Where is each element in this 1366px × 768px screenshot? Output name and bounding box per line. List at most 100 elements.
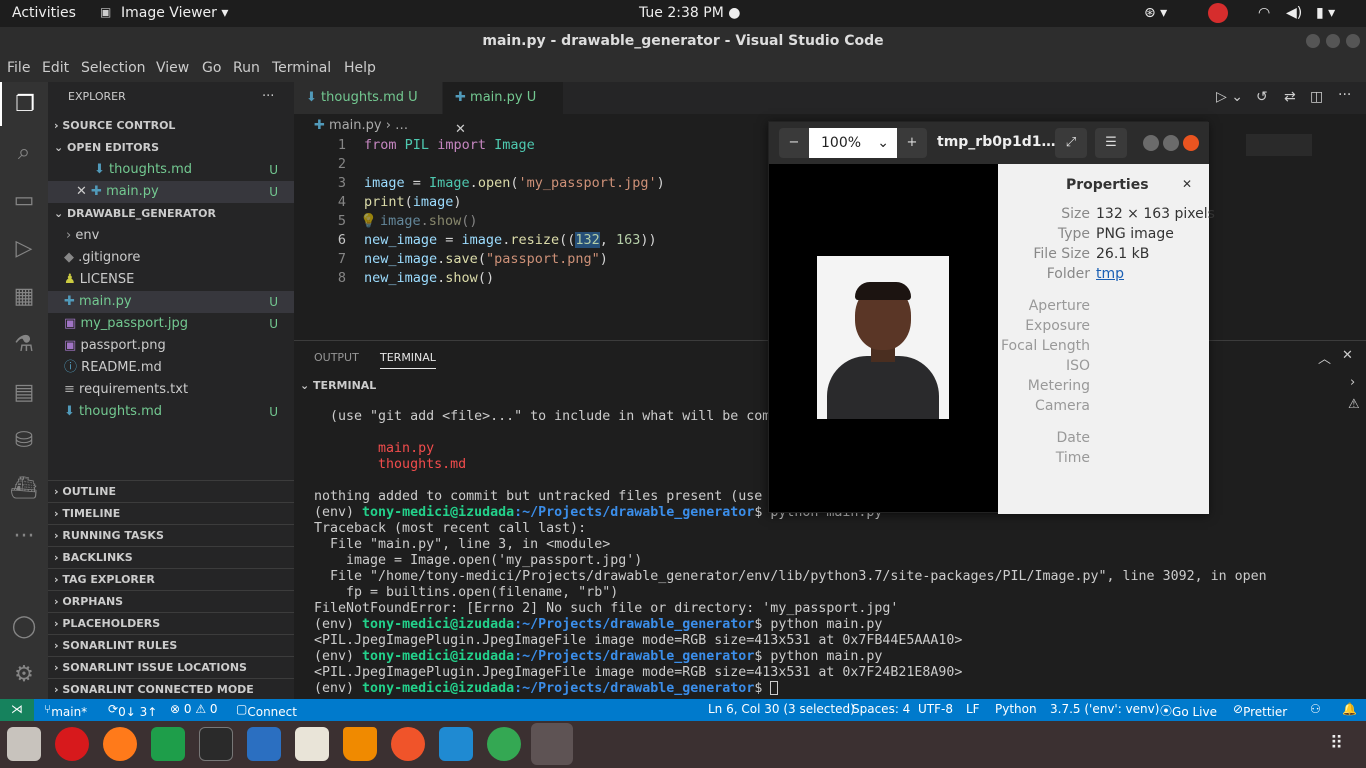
section-source-control[interactable]: › SOURCE CONTROL [48, 115, 294, 137]
close-panel-icon[interactable]: ✕ [1342, 348, 1353, 363]
line-ending[interactable]: LF [966, 702, 980, 716]
viewer-close-button[interactable] [1183, 135, 1199, 151]
menu-view[interactable]: View [156, 60, 189, 76]
sonarlint-icon[interactable]: ▤ [0, 370, 48, 414]
minimize-button[interactable] [1306, 34, 1320, 48]
section-outline[interactable]: › OUTLINE [48, 480, 294, 502]
folder-link[interactable]: tmp [1096, 266, 1124, 282]
run-icon[interactable]: ▷ ⌄ [1216, 89, 1243, 105]
tab-main-py[interactable]: ✚ main.py U ✕ [443, 82, 563, 137]
notifications-icon[interactable]: 🔔 [1342, 702, 1357, 716]
close-icon[interactable]: ✕ [76, 184, 87, 199]
chevron-right-icon[interactable]: › [1350, 375, 1355, 390]
feedback-icon[interactable]: ⚇ [1310, 702, 1321, 716]
app-menu[interactable]: Image Viewer ▾ [121, 5, 228, 21]
zoom-in-button[interactable]: + [897, 128, 927, 158]
testing-icon[interactable]: ⚗ [0, 322, 48, 366]
warning-icon[interactable]: ⚠ [1348, 397, 1360, 412]
accessibility-icon[interactable]: ⊛ ▾ [1144, 5, 1167, 21]
problems-indicator[interactable]: ⊗ 0 ⚠ 0 [170, 702, 218, 716]
section-sonarlint-issues[interactable]: › SONARLINT ISSUE LOCATIONS [48, 656, 294, 678]
menu-help[interactable]: Help [344, 60, 376, 76]
chrome-icon[interactable] [487, 727, 521, 761]
search-icon[interactable]: ⌕ [0, 130, 48, 174]
menu-file[interactable]: File [7, 60, 30, 76]
maximize-panel-icon[interactable]: ︿ [1318, 348, 1331, 367]
section-sonarlint-rules[interactable]: › SONARLINT RULES [48, 634, 294, 656]
docker-icon[interactable]: ⛴ [0, 466, 48, 510]
section-open-editors[interactable]: ⌄ OPEN EDITORS [48, 137, 294, 159]
lightbulb-icon[interactable]: 💡 [360, 213, 377, 229]
language-mode[interactable]: Python [995, 702, 1037, 716]
postman-icon[interactable] [391, 727, 425, 761]
close-icon[interactable]: ✕ [455, 122, 466, 137]
branch-indicator[interactable]: ⑂ main* [44, 702, 87, 719]
section-project[interactable]: ⌄ DRAWABLE_GENERATOR [48, 203, 294, 225]
tab-terminal[interactable]: TERMINAL [380, 351, 436, 369]
run-debug-icon[interactable]: ▷ [0, 226, 48, 270]
tree-item-my-passport[interactable]: ▣ my_passport.jpg U [48, 313, 294, 335]
split-editor-icon[interactable]: ◫ [1310, 89, 1323, 105]
connect-button[interactable]: ▢ Connect [236, 702, 297, 719]
image-viewer-dock-icon[interactable] [531, 723, 573, 765]
viewer-maximize-button[interactable] [1163, 135, 1179, 151]
activities-button[interactable]: Activities [12, 5, 76, 21]
battery-icon[interactable]: ▮ ▾ [1316, 5, 1335, 21]
tree-item-gitignore[interactable]: ◆ .gitignore [48, 247, 294, 269]
tab-thoughts[interactable]: ⬇ thoughts.md U [294, 82, 442, 114]
viewer-minimize-button[interactable] [1143, 135, 1159, 151]
remote-explorer-icon[interactable]: ▭ [0, 178, 48, 222]
files-app-icon[interactable] [7, 727, 41, 761]
menu-selection[interactable]: Selection [81, 60, 146, 76]
more-icon[interactable]: ··· [0, 514, 48, 558]
libreoffice-calc-icon[interactable] [151, 727, 185, 761]
tree-item-env[interactable]: › env [48, 225, 294, 247]
python-interpreter[interactable]: 3.7.5 ('env': venv) [1050, 702, 1159, 716]
remote-indicator-icon[interactable]: ⋊ [0, 699, 34, 721]
section-tag-explorer[interactable]: › TAG EXPLORER [48, 568, 294, 590]
close-button[interactable] [1346, 34, 1360, 48]
minimap[interactable] [1246, 134, 1312, 156]
section-placeholders[interactable]: › PLACEHOLDERS [48, 612, 294, 634]
tree-item-thoughts[interactable]: ⬇ thoughts.md U [48, 401, 294, 423]
close-properties-icon[interactable]: ✕ [1182, 177, 1192, 191]
show-applications-icon[interactable]: ⠿ [1330, 733, 1343, 754]
cursor-position[interactable]: Ln 6, Col 30 (3 selected) [708, 702, 855, 716]
clock[interactable]: Tue 2:38 PM ● [639, 5, 740, 21]
libreoffice-writer-icon[interactable] [247, 727, 281, 761]
wifi-icon[interactable]: ◠ [1258, 5, 1270, 21]
explorer-icon[interactable]: ❐ [0, 82, 48, 126]
explorer-more-icon[interactable]: ··· [262, 86, 282, 108]
menu-go[interactable]: Go [202, 60, 221, 76]
extensions-icon[interactable]: ▦ [0, 274, 48, 318]
indentation[interactable]: Spaces: 4 [852, 702, 910, 716]
tree-item-requirements[interactable]: ≡ requirements.txt [48, 379, 294, 401]
terminal-icon[interactable] [199, 727, 233, 761]
compare-icon[interactable]: ⇄ [1284, 89, 1296, 105]
breadcrumb-symbol[interactable]: … [395, 118, 408, 133]
zoom-combo[interactable]: 100% ⌄ [809, 128, 897, 158]
account-icon[interactable]: ◯ [0, 604, 48, 648]
go-live-button[interactable]: ⦿ Go Live [1160, 702, 1217, 719]
hamburger-menu-icon[interactable]: ☰ [1095, 128, 1127, 158]
tree-item-passport-png[interactable]: ▣ passport.png [48, 335, 294, 357]
fullscreen-icon[interactable]: ⤢ [1055, 128, 1087, 158]
settings-gear-icon[interactable]: ⚙ [0, 652, 48, 696]
opera-icon[interactable] [55, 727, 89, 761]
vscode-icon[interactable] [439, 727, 473, 761]
more-actions-icon[interactable]: ··· [1338, 87, 1351, 103]
section-orphans[interactable]: › ORPHANS [48, 590, 294, 612]
tab-output[interactable]: OUTPUT [314, 351, 359, 364]
tree-item-main-py[interactable]: ✚ main.py U [48, 291, 294, 313]
sync-indicator[interactable]: ⟳ 0↓ 3↑ [108, 702, 157, 719]
open-editor-main[interactable]: ✕ ✚ main.py U [48, 181, 294, 203]
menu-edit[interactable]: Edit [42, 60, 69, 76]
no-entry-icon[interactable] [1208, 3, 1228, 23]
prettier-button[interactable]: ⊘ Prettier [1233, 702, 1287, 719]
menu-run[interactable]: Run [233, 60, 260, 76]
tree-item-readme[interactable]: ⓘ README.md [48, 357, 294, 379]
section-sonarlint-connected[interactable]: › SONARLINT CONNECTED MODE [48, 678, 294, 700]
encoding[interactable]: UTF-8 [918, 702, 953, 716]
tree-item-license[interactable]: ♟ LICENSE [48, 269, 294, 291]
section-running-tasks[interactable]: › RUNNING TASKS [48, 524, 294, 546]
